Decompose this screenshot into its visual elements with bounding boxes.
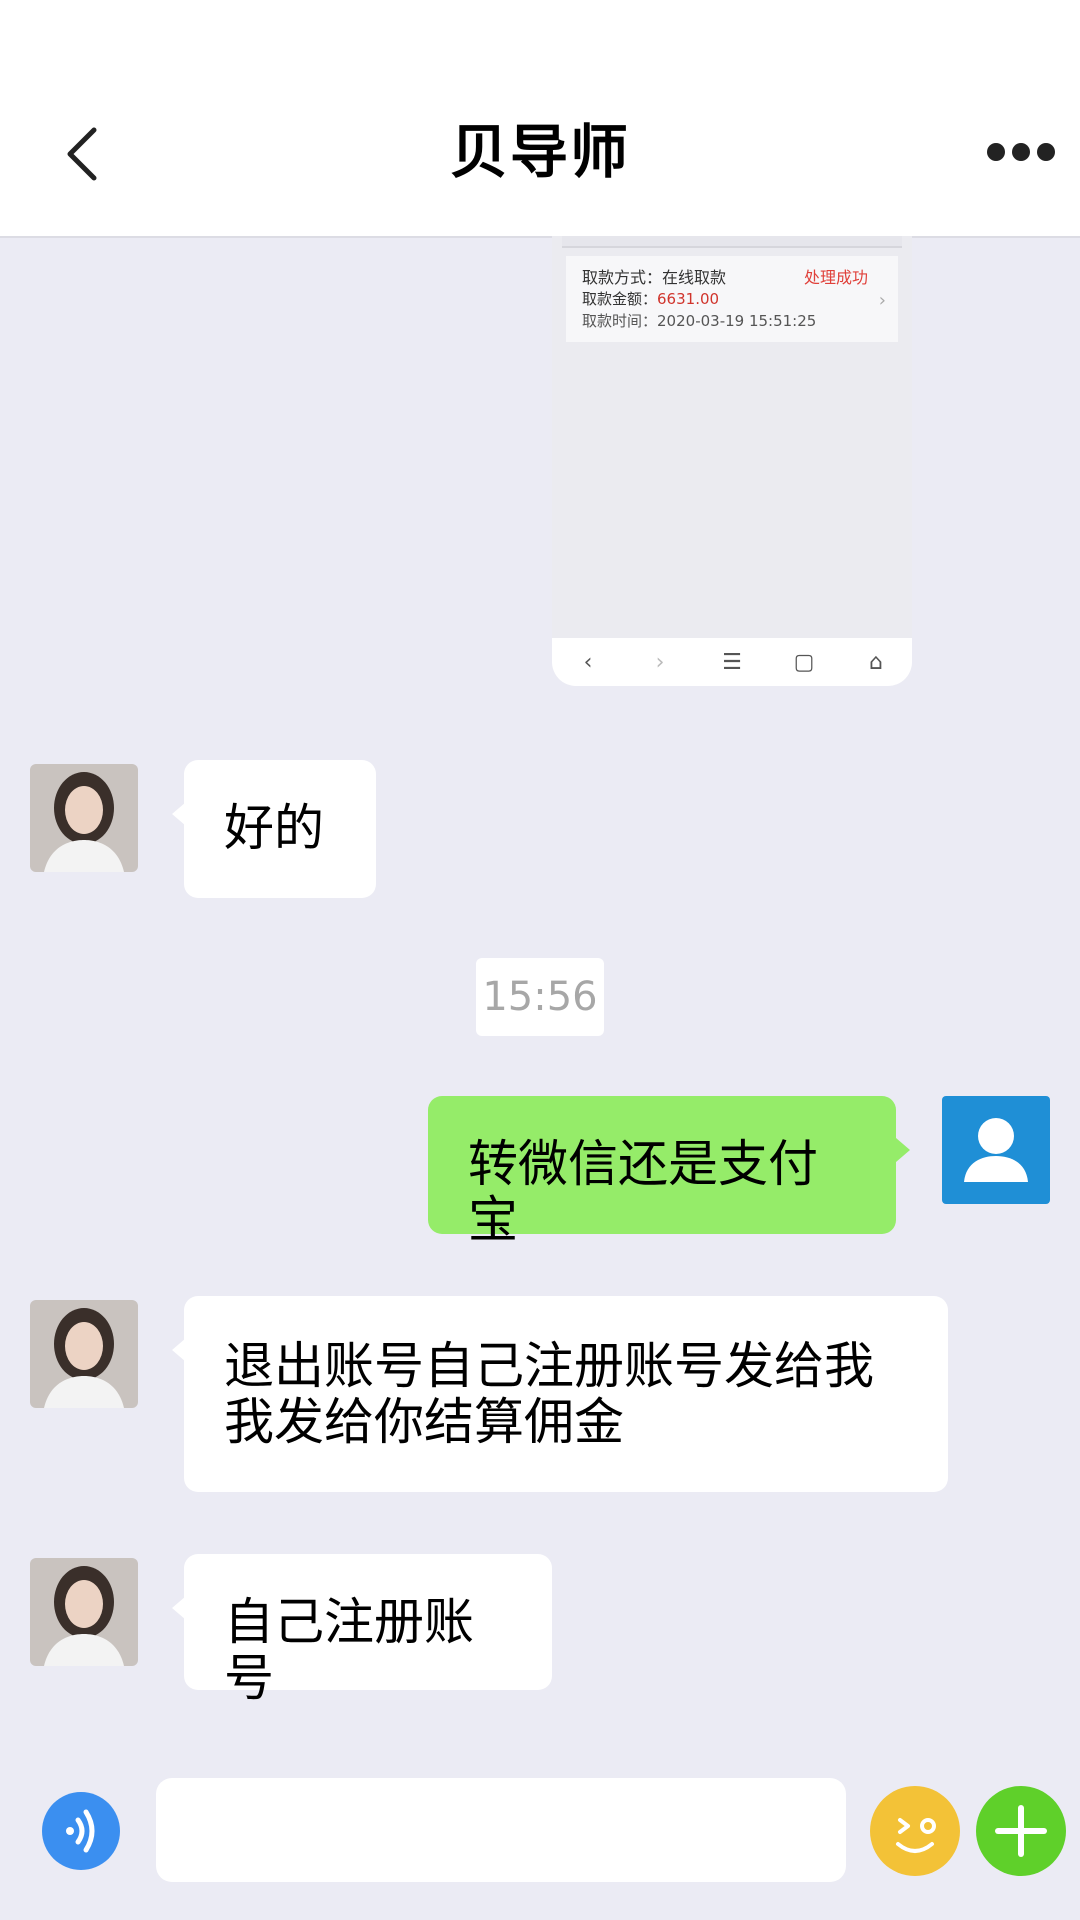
withdrawal-amount: 取款金额：6631.00 — [582, 290, 720, 308]
message-text: 好的 — [224, 799, 324, 857]
chevron-right-icon: › — [878, 290, 886, 311]
message-input[interactable] — [156, 1778, 846, 1882]
back-arrow-icon: ‹ — [583, 649, 593, 675]
message-bubble[interactable]: 自己注册账号 — [172, 1554, 552, 1706]
withdrawal-time: 取款时间：2020-03-19 15:51:25 — [582, 312, 817, 330]
image-browser-nav: ‹ › ☰ ▢ ⌂ — [552, 638, 912, 686]
message-bubble-self[interactable]: 转微信还是支付宝 — [428, 1096, 910, 1248]
chat-header: 贝导师 — [0, 0, 1080, 238]
message-bubble[interactable]: 退出账号自己注册账号发给我 我发给你结算佣金 — [172, 1296, 948, 1492]
message-text: 转微信还是支付宝 — [468, 1135, 818, 1249]
contact-photo — [30, 764, 138, 872]
forward-arrow-icon: › — [655, 649, 665, 675]
image-message[interactable]: 取款方式：在线取款 处理成功 取款金额：6631.00 取款时间：2020-03… — [552, 236, 912, 686]
contact-photo — [30, 1558, 138, 1666]
contact-avatar[interactable] — [30, 1558, 138, 1666]
contact-avatar[interactable] — [30, 764, 138, 872]
withdrawal-record-card: 取款方式：在线取款 处理成功 取款金额：6631.00 取款时间：2020-03… — [566, 256, 898, 342]
image-top-strip — [562, 236, 902, 248]
voice-button[interactable] — [42, 1792, 120, 1870]
message-text-line: 退出账号自己注册账号发给我 — [224, 1337, 874, 1395]
contact-avatar[interactable] — [30, 1300, 138, 1408]
withdrawal-method: 取款方式：在线取款 — [582, 268, 727, 287]
message-text: 自己注册账号 — [224, 1593, 474, 1707]
message-bubble[interactable]: 好的 — [172, 760, 376, 898]
user-placeholder-icon — [964, 1118, 1028, 1182]
my-avatar[interactable] — [942, 1096, 1050, 1204]
home-icon: ⌂ — [869, 649, 883, 675]
time-divider: 15:56 — [476, 958, 604, 1036]
contact-photo — [30, 1300, 138, 1408]
withdrawal-status: 处理成功 — [803, 268, 868, 287]
emoji-button[interactable] — [870, 1786, 960, 1876]
menu-icon: ☰ — [722, 649, 742, 675]
chat-title: 贝导师 — [449, 118, 630, 186]
voice-icon — [66, 1809, 95, 1853]
plus-icon — [995, 1805, 1047, 1857]
plus-button[interactable] — [976, 1786, 1066, 1876]
message-text-line: 我发给你结算佣金 — [224, 1393, 624, 1451]
more-dots-icon[interactable] — [986, 140, 1056, 164]
tabs-icon: ▢ — [793, 649, 815, 675]
emoji-icon — [896, 1818, 936, 1853]
